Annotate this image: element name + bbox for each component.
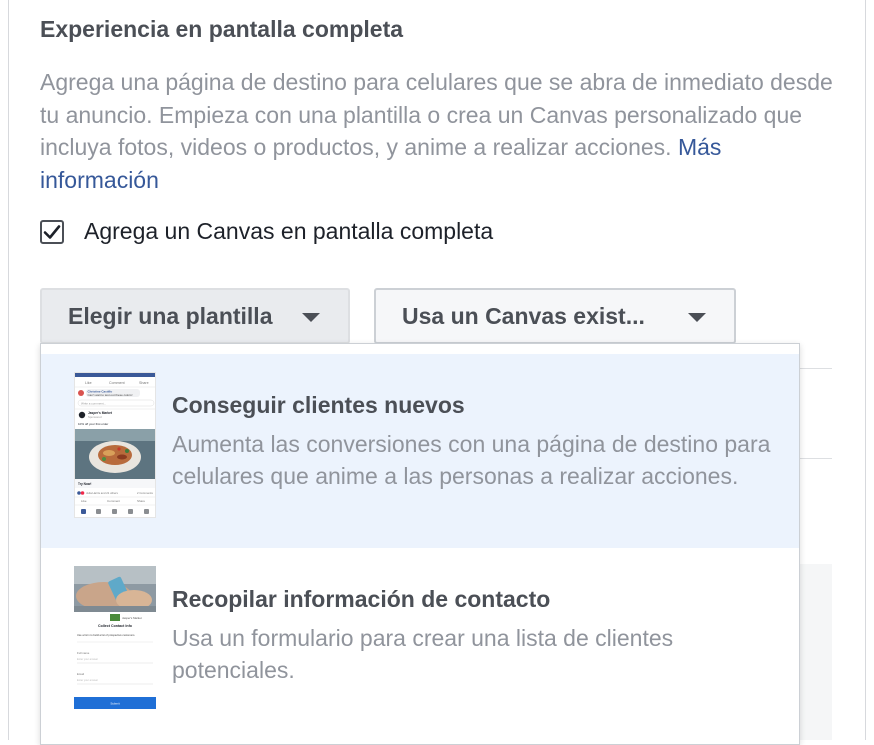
thumb-like-2: Like [81, 499, 87, 503]
background-divider [800, 458, 832, 459]
thumb-form-page-name: Jasper's Market [122, 616, 142, 620]
thumb-cta: Try Now! [78, 482, 91, 486]
template-dropdown-menu: Like Comment Share Christine Castillo Ca… [40, 343, 800, 745]
thumb-tab-bar [81, 509, 149, 514]
use-existing-label: Usa un Canvas exist... [402, 302, 645, 329]
thumb-post-text: 10% off your first order [78, 422, 108, 426]
page-logo [110, 614, 120, 621]
fullscreen-canvas-checkbox[interactable] [40, 219, 64, 244]
thumb-form-text: Use a form to build a list of prospectiv… [77, 633, 135, 637]
section-description: Agrega una página de destino para celula… [40, 66, 840, 196]
thumb-field1-placeholder: Enter your answer [77, 657, 98, 661]
thumb-write-comment: Write a comment... [81, 401, 106, 405]
hands-phone-photo [74, 566, 156, 612]
thumb-comment-text: Can't wait to test out these colors! [88, 393, 133, 397]
thumb-like: Like [85, 381, 92, 385]
checkbox-label: Agrega un Canvas en pantalla completa [84, 218, 494, 244]
thumb-field2-label: Email [77, 672, 84, 676]
thumb-reactions: Julia Harris and 21 others [86, 491, 118, 495]
caret-down-icon [302, 313, 320, 322]
thumb-form-title: Collect Contact Info [98, 624, 133, 628]
thumb-page-meta: Sponsored [88, 415, 102, 419]
commenter-avatar [78, 390, 84, 396]
checkmark-icon [43, 224, 61, 239]
status-bar [75, 373, 155, 377]
thumb-field1-label: Full name [77, 651, 90, 655]
template-thumbnail-contact-form: Jasper's Market Collect Contact Info Use… [74, 566, 156, 712]
fullscreen-canvas-option[interactable]: Agrega un Canvas en pantalla completa [40, 218, 493, 245]
background-divider [800, 368, 832, 369]
thumb-field2-placeholder: Enter your answer [77, 678, 98, 682]
thumb-share: Share [139, 381, 149, 385]
thumb-comments-count: 2 Comments [137, 491, 153, 495]
section-title: Experiencia en pantalla completa [40, 16, 404, 42]
option-description: Usa un formulario para crear una lista d… [172, 625, 674, 683]
use-existing-canvas-button[interactable]: Usa un Canvas exist... [374, 288, 736, 344]
page-avatar [78, 411, 86, 419]
thumb-submit-label: Submit [110, 702, 120, 706]
choose-template-button[interactable]: Elegir una plantilla [40, 288, 350, 344]
caret-down-icon [688, 313, 706, 322]
thumb-share-2: Share [137, 499, 145, 503]
template-thumbnail-get-customers: Like Comment Share Christine Castillo Ca… [74, 372, 156, 518]
thumb-comment: Comment [109, 381, 125, 385]
choose-template-label: Elegir una plantilla [68, 302, 273, 329]
template-option-get-customers[interactable]: Like Comment Share Christine Castillo Ca… [41, 354, 799, 548]
thumb-comment-2: Comment [107, 499, 120, 503]
option-title: Conseguir clientes nuevos [172, 392, 465, 418]
option-description: Aumenta las conversiones con una página … [172, 431, 771, 489]
food-photo [75, 429, 155, 479]
template-option-collect-contact-info[interactable]: Jasper's Market Collect Contact Info Use… [41, 548, 799, 744]
option-title: Recopilar información de contacto [172, 586, 551, 612]
background-preview-area [800, 564, 832, 740]
